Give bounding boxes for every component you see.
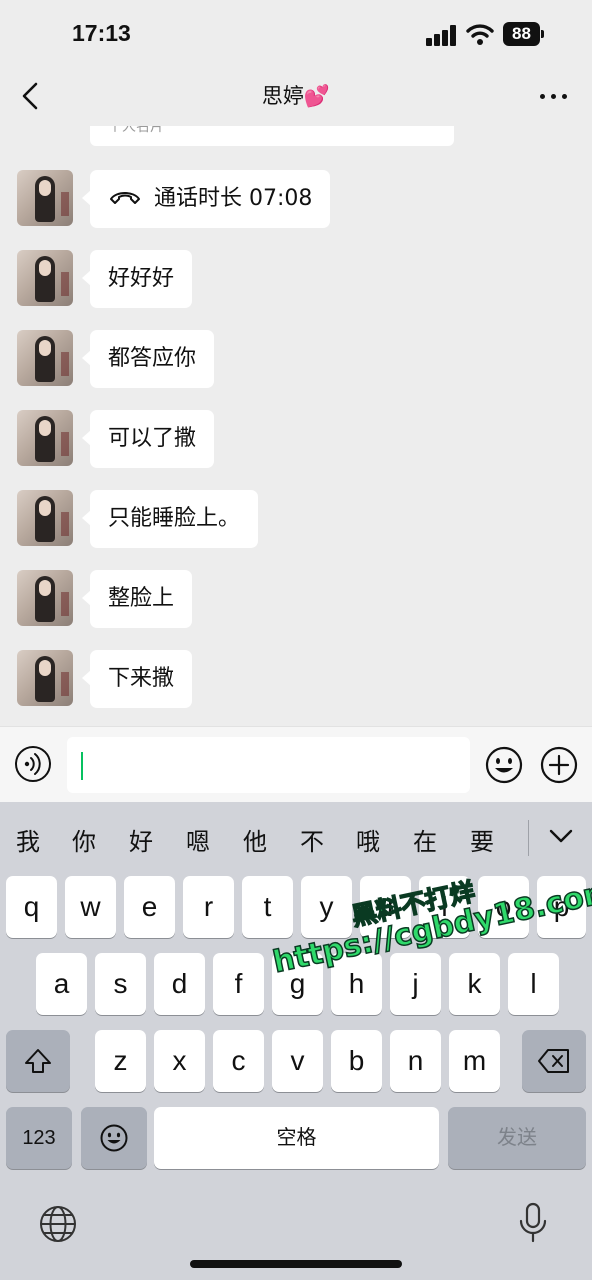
message-bubble[interactable]: 可以了撒 — [81, 410, 215, 468]
message-item: 好好好 — [0, 250, 592, 308]
keyboard: 我 你 好 嗯 他 不 哦 在 要 q w e r t y u i o p a … — [0, 802, 592, 1280]
emoji-icon[interactable] — [484, 745, 524, 785]
candidate-word[interactable]: 好 — [129, 822, 153, 857]
candidate-word[interactable]: 我 — [16, 822, 40, 857]
candidate-divider — [528, 820, 529, 856]
contact-avatar[interactable] — [17, 570, 73, 626]
collapse-chevron-icon[interactable] — [546, 822, 576, 850]
key-d[interactable]: d — [154, 953, 205, 1015]
numbers-key[interactable]: 123 — [6, 1107, 72, 1169]
status-bar: 17:13 88 — [0, 0, 592, 66]
emoji-icon — [100, 1124, 128, 1152]
message-item: 可以了撒 — [0, 410, 592, 468]
space-key[interactable]: 空格 — [154, 1107, 439, 1169]
contact-card-message[interactable]: 个人名片 — [90, 126, 454, 146]
contact-avatar[interactable] — [17, 650, 73, 706]
more-icon[interactable] — [538, 80, 570, 112]
delete-key[interactable] — [522, 1030, 586, 1092]
chat-header: 思婷💕 — [0, 66, 592, 126]
key-w[interactable]: w — [65, 876, 116, 938]
key-z[interactable]: z — [95, 1030, 146, 1092]
contact-avatar[interactable] — [17, 170, 73, 226]
voice-icon[interactable] — [14, 745, 52, 783]
wifi-icon — [466, 24, 494, 45]
status-time: 17:13 — [72, 20, 131, 46]
contact-avatar[interactable] — [17, 330, 73, 386]
key-a[interactable]: a — [36, 953, 87, 1015]
message-bubble[interactable]: 好好好 — [81, 250, 193, 308]
phone-call-icon — [110, 192, 140, 204]
key-f[interactable]: f — [213, 953, 264, 1015]
key-b[interactable]: b — [331, 1030, 382, 1092]
contact-avatar[interactable] — [17, 410, 73, 466]
contact-avatar[interactable] — [17, 490, 73, 546]
message-item: 下来撒 — [0, 650, 592, 708]
candidate-bar: 我 你 好 嗯 他 不 哦 在 要 — [0, 802, 592, 870]
message-item: 只能睡脸上。 — [0, 490, 592, 548]
text-caret — [81, 752, 83, 780]
message-list: 个人名片 通话时长 07:08 好好好 都答应你 可以了撒 只能睡脸上。 整脸上… — [0, 126, 592, 726]
mic-icon[interactable] — [518, 1202, 548, 1244]
signal-icon — [426, 24, 458, 46]
key-l[interactable]: l — [508, 953, 559, 1015]
candidate-word[interactable]: 哦 — [356, 822, 380, 857]
input-bar — [0, 726, 592, 802]
candidate-word[interactable]: 嗯 — [186, 822, 210, 857]
home-indicator — [190, 1260, 402, 1268]
key-c[interactable]: c — [213, 1030, 264, 1092]
candidate-word[interactable]: 在 — [413, 822, 437, 857]
call-duration-bubble[interactable]: 通话时长 07:08 — [81, 170, 331, 228]
emoji-key[interactable] — [81, 1107, 147, 1169]
delete-icon — [538, 1049, 569, 1073]
key-s[interactable]: s — [95, 953, 146, 1015]
key-v[interactable]: v — [272, 1030, 323, 1092]
key-j[interactable]: j — [390, 953, 441, 1015]
key-m[interactable]: m — [449, 1030, 500, 1092]
key-n[interactable]: n — [390, 1030, 441, 1092]
message-item: 都答应你 — [0, 330, 592, 388]
contact-avatar[interactable] — [17, 250, 73, 306]
contact-card-label: 个人名片 — [108, 126, 164, 135]
globe-icon[interactable] — [38, 1204, 78, 1244]
key-x[interactable]: x — [154, 1030, 205, 1092]
message-input[interactable] — [67, 737, 470, 793]
key-y[interactable]: y — [301, 876, 352, 938]
plus-icon[interactable] — [539, 745, 579, 785]
candidate-word[interactable]: 要 — [470, 822, 494, 857]
battery-indicator: 88 — [503, 22, 545, 46]
message-bubble[interactable]: 下来撒 — [81, 650, 193, 708]
message-bubble[interactable]: 只能睡脸上。 — [81, 490, 259, 548]
shift-key[interactable] — [6, 1030, 70, 1092]
message-item: 通话时长 07:08 — [0, 170, 592, 228]
message-item: 整脸上 — [0, 570, 592, 628]
message-bubble[interactable]: 整脸上 — [81, 570, 193, 628]
key-t[interactable]: t — [242, 876, 293, 938]
candidate-word[interactable]: 你 — [72, 822, 96, 857]
battery-level: 88 — [503, 22, 540, 46]
message-bubble[interactable]: 都答应你 — [81, 330, 215, 388]
call-duration-text: 通话时长 07:08 — [154, 186, 313, 211]
key-e[interactable]: e — [124, 876, 175, 938]
candidate-word[interactable]: 他 — [243, 822, 267, 857]
send-key[interactable]: 发送 — [448, 1107, 586, 1169]
candidate-word[interactable]: 不 — [300, 822, 324, 857]
key-q[interactable]: q — [6, 876, 57, 938]
chat-title: 思婷💕 — [261, 84, 331, 108]
shift-icon — [25, 1049, 51, 1073]
key-k[interactable]: k — [449, 953, 500, 1015]
key-r[interactable]: r — [183, 876, 234, 938]
